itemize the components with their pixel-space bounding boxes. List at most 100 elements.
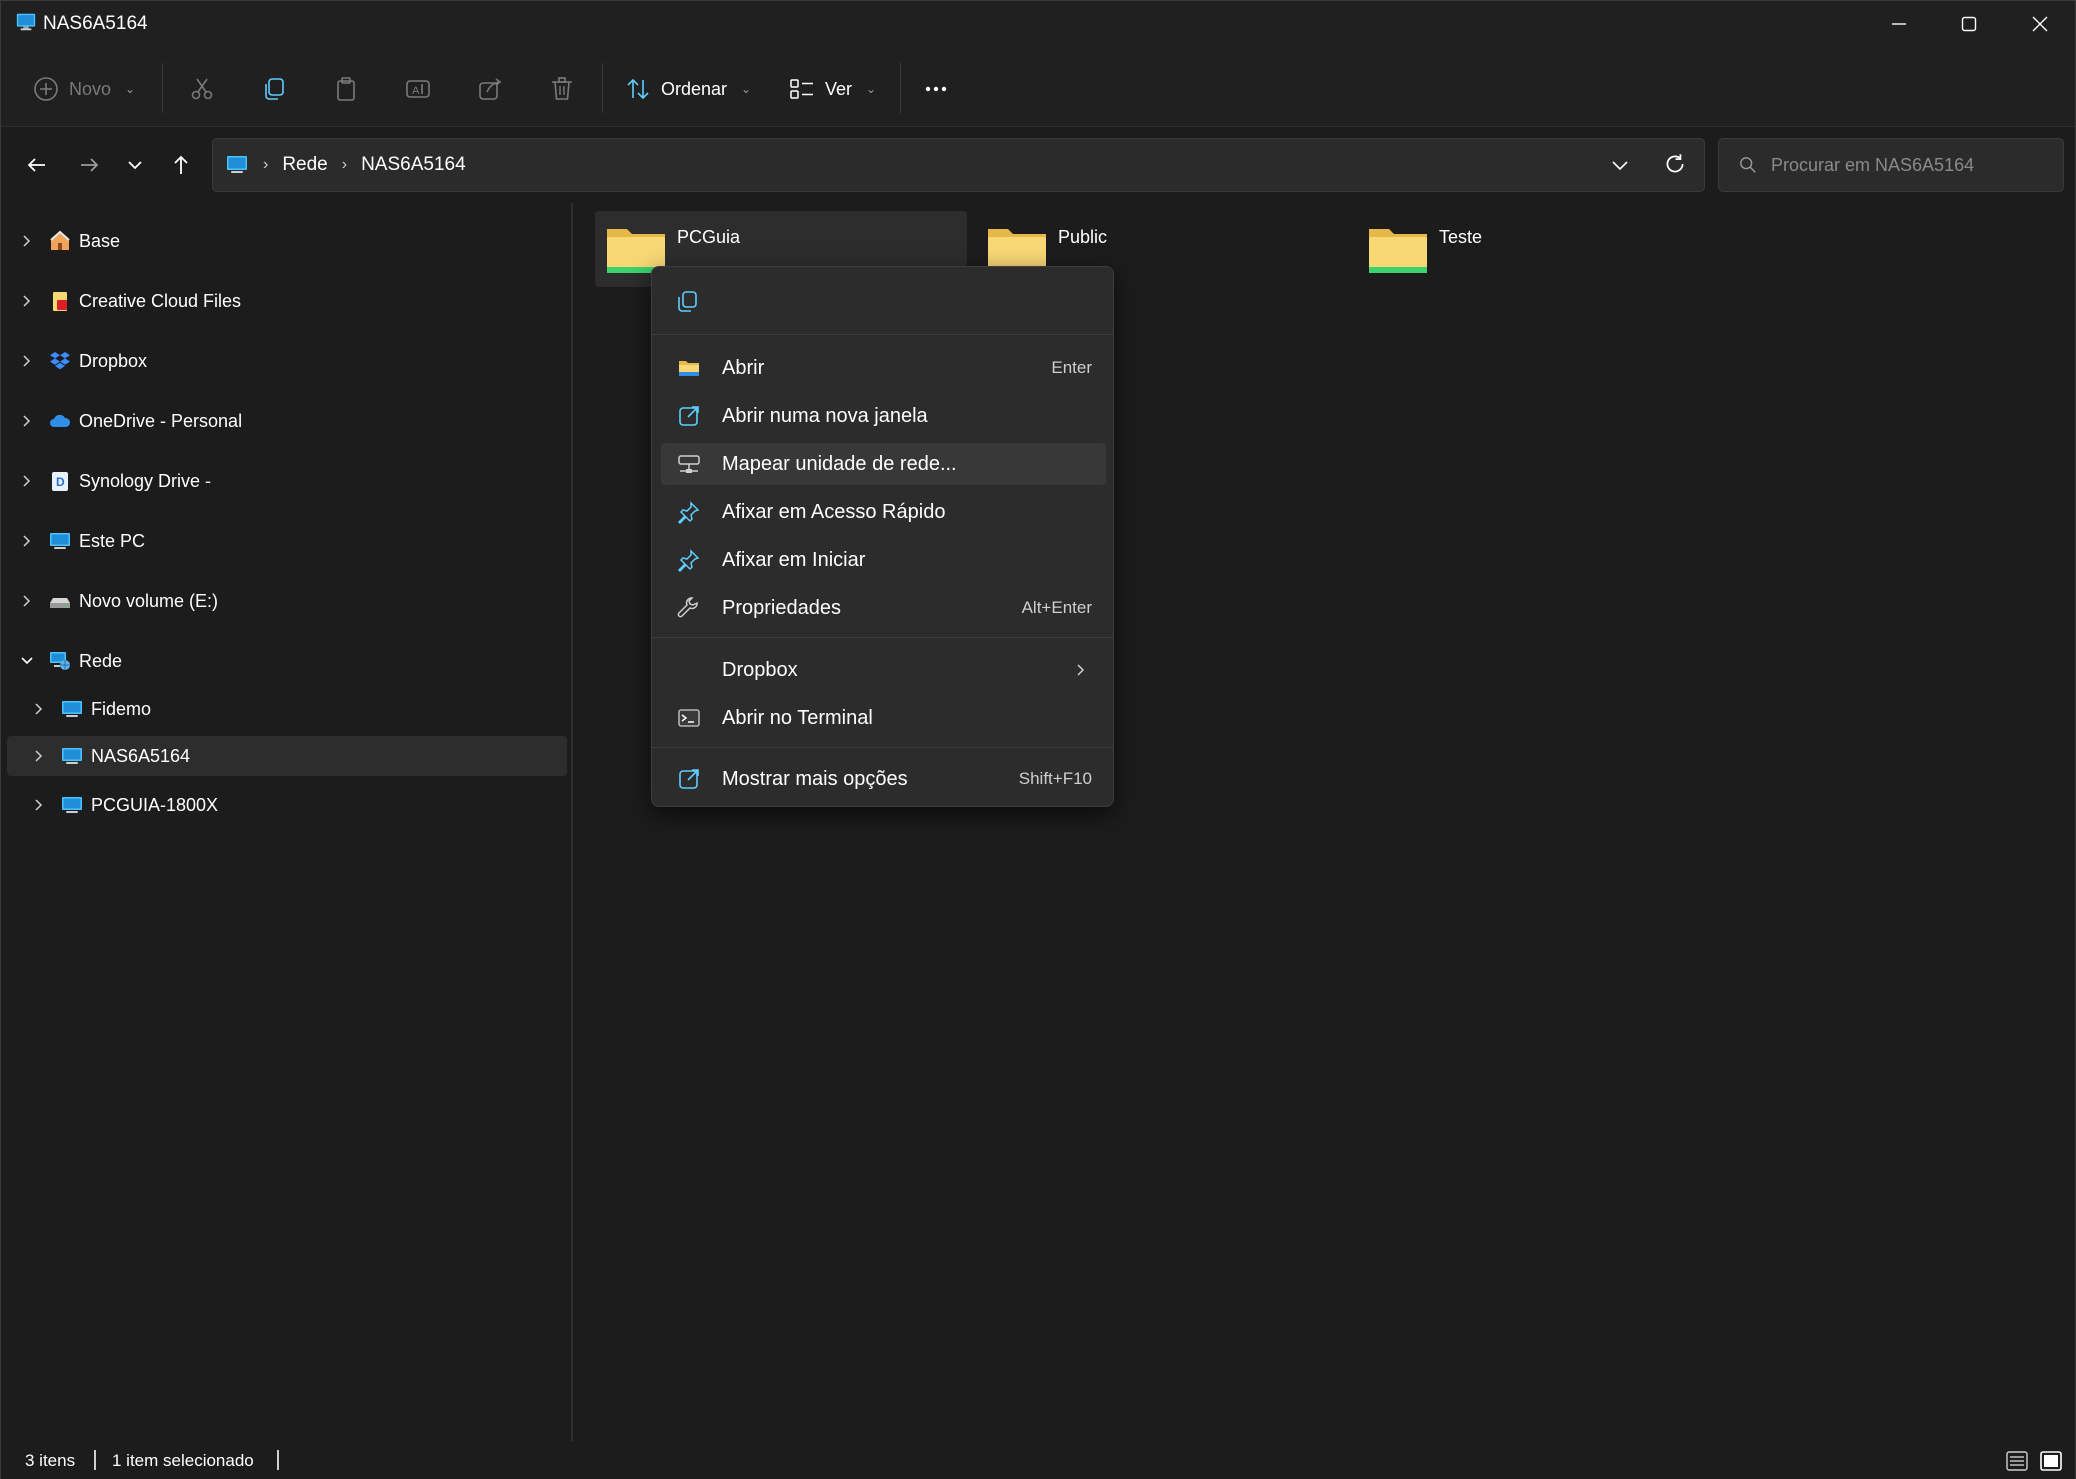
chevron-down-icon: ⌄	[741, 82, 752, 96]
network-icon	[47, 649, 73, 673]
sort-arrows-icon	[627, 78, 649, 100]
scissors-icon	[191, 78, 213, 100]
menu-item-label: Abrir	[722, 356, 765, 379]
pin-icon	[675, 498, 703, 526]
sidebar-item-label: Synology Drive -	[79, 470, 212, 491]
status-divider	[94, 1450, 96, 1470]
computer-icon	[59, 697, 85, 721]
plus-circle-icon	[34, 77, 58, 101]
share-button[interactable]	[477, 67, 503, 111]
forward-button[interactable]	[71, 145, 107, 185]
sidebar-item-onedrive[interactable]: OneDrive - Personal	[7, 401, 567, 441]
navigation-bar: › Rede › NAS6A5164	[1, 127, 2075, 203]
sidebar-item-nas6a5164[interactable]: NAS6A5164	[7, 736, 567, 776]
chevron-right-icon[interactable]	[17, 231, 37, 251]
pin-icon	[675, 546, 703, 574]
refresh-icon[interactable]	[1662, 151, 1688, 177]
sidebar-item-rede[interactable]: Rede	[7, 641, 567, 681]
chevron-right-icon[interactable]	[17, 471, 37, 491]
details-view-button[interactable]	[2004, 1448, 2030, 1474]
blank-icon	[675, 656, 703, 684]
menu-item-show-more-options[interactable]: Mostrar mais opções Shift+F10	[661, 758, 1106, 800]
breadcrumb-nas[interactable]: NAS6A5164	[361, 154, 466, 176]
sidebar-item-label: Fidemo	[91, 698, 152, 719]
chevron-right-icon[interactable]	[17, 531, 37, 551]
chevron-right-icon[interactable]	[29, 795, 49, 815]
creative-cloud-folder-icon	[47, 289, 73, 313]
toolbar-divider	[162, 63, 163, 113]
menu-item-open[interactable]: Abrir Enter	[661, 347, 1106, 389]
more-options-button[interactable]	[923, 67, 949, 111]
menu-item-pin-quick-access[interactable]: Afixar em Acesso Rápido	[661, 491, 1106, 533]
item-count: 3 itens	[25, 1451, 76, 1470]
new-button-label: Novo	[69, 78, 112, 99]
sidebar-item-fidemo[interactable]: Fidemo	[7, 689, 567, 729]
up-button[interactable]	[163, 145, 199, 185]
chevron-right-icon[interactable]	[29, 746, 49, 766]
sidebar-item-este-pc[interactable]: Este PC	[7, 521, 567, 561]
more-dots-icon	[925, 86, 947, 92]
chevron-right-icon[interactable]	[29, 699, 49, 719]
shared-folder-icon	[1369, 229, 1427, 273]
address-bar[interactable]: › Rede › NAS6A5164	[212, 138, 1705, 192]
large-icons-view-button[interactable]	[2038, 1448, 2064, 1474]
search-box[interactable]	[1718, 138, 2064, 192]
address-history-chevron-icon[interactable]	[1608, 153, 1632, 177]
delete-button[interactable]	[549, 67, 575, 111]
sidebar-item-novo-volume[interactable]: Novo volume (E:)	[7, 581, 567, 621]
wrench-icon	[675, 594, 703, 622]
chevron-right-icon[interactable]	[17, 351, 37, 371]
copy-button[interactable]	[261, 67, 287, 111]
cut-button[interactable]	[189, 67, 215, 111]
close-button[interactable]	[2005, 1, 2075, 47]
sidebar-item-synology-drive[interactable]: D Synology Drive -	[7, 461, 567, 501]
chevron-down-icon[interactable]	[17, 651, 37, 671]
chevron-down-icon	[128, 161, 142, 170]
recent-locations-button[interactable]	[117, 145, 153, 185]
sidebar-item-label: PCGUIA-1800X	[91, 794, 219, 815]
sidebar-item-label: Este PC	[79, 530, 146, 551]
menu-item-map-network-drive[interactable]: Mapear unidade de rede...	[661, 443, 1106, 485]
folder-item-teste[interactable]: Teste	[1357, 211, 1729, 287]
sidebar-item-base[interactable]: Base	[7, 221, 567, 261]
paste-button[interactable]	[333, 67, 359, 111]
menu-item-label: Afixar em Iniciar	[722, 548, 866, 571]
back-button[interactable]	[19, 145, 55, 185]
computer-icon	[59, 793, 85, 817]
copy-icon[interactable]	[674, 289, 700, 315]
sort-button[interactable]: Ordenar ⌄	[625, 67, 751, 111]
title-bar: NAS6A5164	[1, 1, 2075, 47]
menu-item-open-terminal[interactable]: Abrir no Terminal	[661, 697, 1106, 739]
view-button[interactable]: Ver ⌄	[789, 67, 876, 111]
menu-item-dropbox[interactable]: Dropbox	[661, 649, 1106, 691]
clipboard-icon	[337, 77, 355, 101]
maximize-button[interactable]	[1934, 1, 2004, 47]
menu-item-pin-start[interactable]: Afixar em Iniciar	[661, 539, 1106, 581]
new-button[interactable]: Novo ⌄	[33, 67, 135, 111]
breadcrumb-rede[interactable]: Rede	[282, 154, 327, 176]
search-icon	[1740, 157, 1756, 173]
chevron-right-icon	[1077, 664, 1085, 676]
chevron-right-icon[interactable]	[17, 411, 37, 431]
chevron-right-icon[interactable]	[17, 291, 37, 311]
minimize-icon	[1892, 23, 1906, 25]
navigation-pane: Base Creative Cloud Files Dropbox OneDri…	[1, 203, 573, 1441]
menu-item-properties[interactable]: Propriedades Alt+Enter	[661, 587, 1106, 629]
view-button-label: Ver	[825, 78, 853, 99]
menu-item-label: Abrir numa nova janela	[722, 404, 928, 427]
menu-item-shortcut: Alt+Enter	[1021, 598, 1092, 617]
chevron-right-icon[interactable]	[17, 591, 37, 611]
rename-button[interactable]: A	[405, 67, 431, 111]
sidebar-item-pcguia-1800x[interactable]: PCGUIA-1800X	[7, 785, 567, 825]
trash-icon	[552, 77, 572, 100]
sidebar-item-creative-cloud[interactable]: Creative Cloud Files	[7, 281, 567, 321]
arrow-up-icon	[174, 155, 188, 174]
status-bar: 3 itens 1 item selecionado	[1, 1441, 2075, 1479]
minimize-button[interactable]	[1864, 1, 1934, 47]
menu-item-open-new-window[interactable]: Abrir numa nova janela	[661, 395, 1106, 437]
search-input[interactable]	[1771, 154, 2041, 176]
chevron-down-icon: ⌄	[866, 82, 877, 96]
sidebar-item-dropbox[interactable]: Dropbox	[7, 341, 567, 381]
maximize-icon	[1961, 16, 1977, 32]
context-menu: Abrir Enter Abrir numa nova janela Mapea…	[651, 266, 1114, 807]
